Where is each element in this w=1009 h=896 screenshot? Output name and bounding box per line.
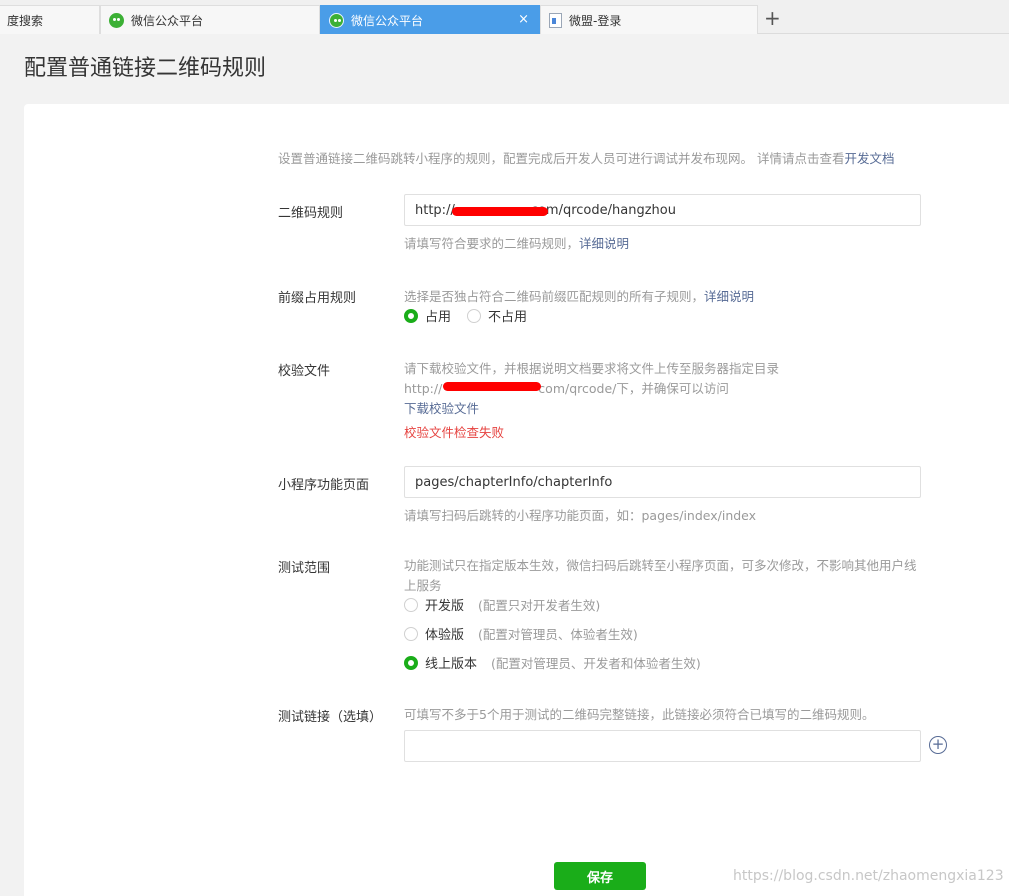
page-path-label: 小程序功能页面 xyxy=(278,478,370,493)
intro-text: 设置普通链接二维码跳转小程序的规则，配置完成后开发人员可进行调试并发布现网。 详… xyxy=(278,148,895,167)
tab-label: 微盟-登录 xyxy=(569,13,622,28)
radio-checked-icon xyxy=(404,655,418,670)
wechat-icon xyxy=(329,12,344,28)
verify-url-prefix: http:// xyxy=(404,381,443,396)
radio-not-occupy-label: 不占用 xyxy=(488,310,528,325)
prefix-rule-hint-text: 选择是否独占符合二维码前缀匹配规则的所有子规则， xyxy=(404,289,705,304)
radio-unchecked-icon xyxy=(404,597,418,612)
radio-unchecked-icon xyxy=(467,308,481,323)
qr-rule-hint: 请填写符合要求的二维码规则，详细说明 xyxy=(404,233,629,252)
prefix-rule-label: 前缀占用规则 xyxy=(278,291,357,306)
test-links-hint: 可填写不多于5个用于测试的二维码完整链接，此链接必须符合已填写的二维码规则。 xyxy=(404,707,875,722)
qr-rule-hint-text: 请填写符合要求的二维码规则， xyxy=(404,236,580,251)
radio-release-version[interactable]: 线上版本 (配置对管理员、开发者和体验者生效) xyxy=(404,653,701,672)
qr-rule-details-link[interactable]: 详细说明 xyxy=(579,236,629,251)
radio-dev-version[interactable]: 开发版 (配置只对开发者生效) xyxy=(404,595,600,614)
prefix-rule-hint: 选择是否独占符合二维码前缀匹配规则的所有子规则，详细说明 xyxy=(404,286,754,305)
radio-trial-version[interactable]: 体验版 (配置对管理员、体验者生效) xyxy=(404,624,638,643)
page-path-hint: 请填写扫码后跳转的小程序功能页面，如：pages/index/index xyxy=(404,508,757,523)
test-links-label: 测试链接（选填） xyxy=(278,710,383,725)
page-path-input[interactable]: pages/chapterInfo/chapterInfo xyxy=(404,466,921,498)
radio-checked-icon xyxy=(404,308,418,323)
watermark-text: https://blog.csdn.net/zhaomengxia123 xyxy=(733,868,1004,884)
add-test-link-icon[interactable]: + xyxy=(929,736,947,754)
radio-unchecked-icon xyxy=(404,626,418,641)
tab-label: 微信公众平台 xyxy=(131,13,204,28)
prefix-rule-details-link[interactable]: 详细说明 xyxy=(704,289,754,304)
radio-not-occupy[interactable]: 不占用 xyxy=(467,306,527,325)
tab-wechat-platform[interactable]: 微信公众平台 xyxy=(100,5,320,34)
page-title: 配置普通链接二维码规则 xyxy=(24,56,267,81)
document-icon xyxy=(549,12,562,28)
verify-url-suffix: com/qrcode/下，并确保可以访问 xyxy=(538,381,729,396)
wechat-icon xyxy=(109,12,124,28)
radio-dev-version-note: (配置只对开发者生效) xyxy=(478,598,601,613)
new-tab-button[interactable]: + xyxy=(764,7,781,29)
verify-file-hint-line1: 请下载校验文件，并根据说明文档要求将文件上传至服务器指定目录 xyxy=(404,361,780,376)
tab-label: 微信公众平台 xyxy=(351,13,424,28)
test-scope-hint-line2: 上服务 xyxy=(404,578,442,593)
radio-trial-version-label: 体验版 xyxy=(425,628,465,643)
tab-weimob-login[interactable]: 微盟-登录 xyxy=(540,5,758,34)
intro-description: 设置普通链接二维码跳转小程序的规则，配置完成后开发人员可进行调试并发布现网。 详… xyxy=(278,151,845,166)
radio-dev-version-label: 开发版 xyxy=(425,599,465,614)
radio-occupy[interactable]: 占用 xyxy=(404,306,451,325)
browser-tab-bar: 度搜索 微信公众平台 微信公众平台 × 微盟-登录 + xyxy=(0,0,1009,34)
tab-wechat-platform-active[interactable]: 微信公众平台 × xyxy=(320,5,540,34)
qr-rule-value-suffix: com/qrcode/hangzhou xyxy=(530,202,676,218)
qr-rule-value-prefix: http:// xyxy=(415,202,455,218)
qr-rule-label: 二维码规则 xyxy=(278,206,344,221)
close-tab-icon[interactable]: × xyxy=(518,12,529,27)
test-scope-hint-line1: 功能测试只在指定版本生效，微信扫码后跳转至小程序页面，可多次修改，不影响其他用户… xyxy=(404,558,917,573)
test-scope-label: 测试范围 xyxy=(278,561,331,576)
radio-release-version-label: 线上版本 xyxy=(425,657,478,672)
redaction-mark xyxy=(443,382,541,391)
tab-label: 度搜索 xyxy=(7,13,44,28)
verify-file-label: 校验文件 xyxy=(278,364,331,379)
download-verify-file-link[interactable]: 下载校验文件 xyxy=(404,398,479,417)
test-link-input[interactable] xyxy=(404,730,921,762)
save-button[interactable]: 保存 xyxy=(554,862,646,890)
radio-trial-version-note: (配置对管理员、体验者生效) xyxy=(478,627,638,642)
tab-baidu-search[interactable]: 度搜索 xyxy=(0,5,100,34)
verify-error-text: 校验文件检查失败 xyxy=(404,425,505,440)
radio-release-version-note: (配置对管理员、开发者和体验者生效) xyxy=(491,656,701,671)
radio-occupy-label: 占用 xyxy=(425,310,452,325)
redaction-mark xyxy=(452,207,548,216)
dev-docs-link[interactable]: 开发文档 xyxy=(844,151,894,166)
